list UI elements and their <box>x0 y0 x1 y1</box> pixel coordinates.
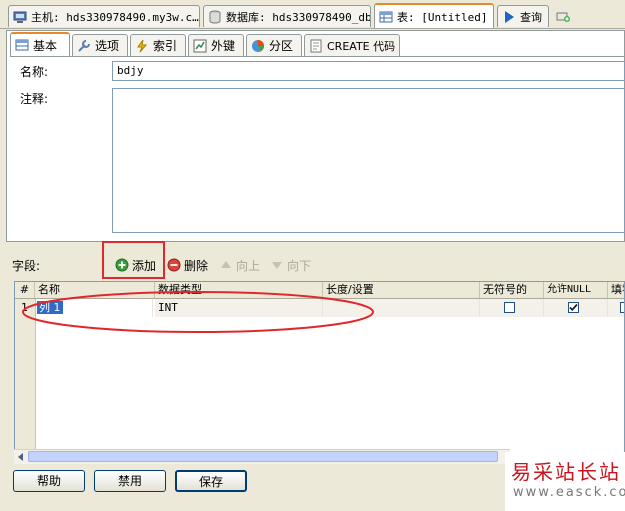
watermark: 易采站长站 www.easck.com <box>505 452 625 511</box>
scroll-left-icon[interactable] <box>16 452 26 462</box>
save-button[interactable]: 保存 <box>175 470 247 492</box>
watermark-url: www.easck.com <box>513 485 625 500</box>
watermark-title: 易采站长站 <box>511 460 621 484</box>
horizontal-scrollbar[interactable] <box>14 449 510 464</box>
discard-button[interactable]: 禁用 <box>94 470 166 492</box>
help-button[interactable]: 帮助 <box>13 470 85 492</box>
scroll-thumb[interactable] <box>28 451 498 462</box>
row-highlight-ellipse <box>22 291 374 333</box>
